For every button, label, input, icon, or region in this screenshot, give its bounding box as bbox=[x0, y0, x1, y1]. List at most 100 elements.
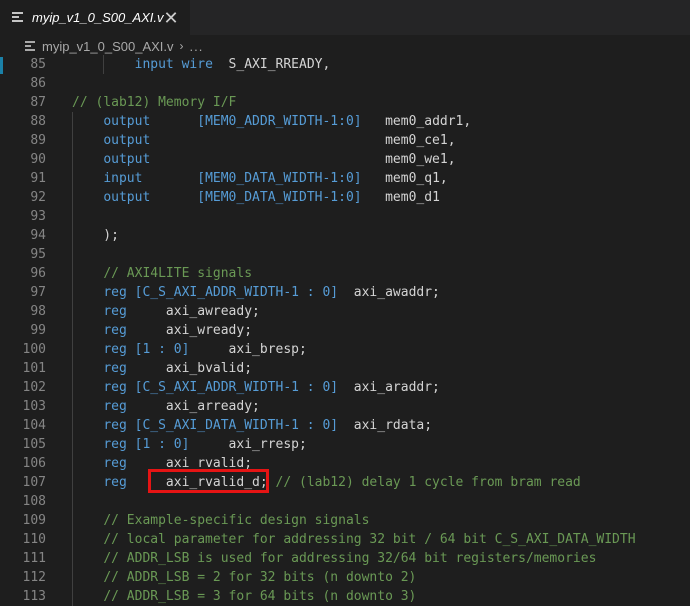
code-token: mem0_d1 bbox=[361, 190, 440, 205]
code-line: 110 // local parameter for addressing 32… bbox=[0, 530, 690, 549]
keyword-token: output bbox=[103, 190, 151, 205]
line-number: 108 bbox=[22, 494, 46, 509]
code-text: output [MEM0_DATA_WIDTH-1:0] mem0_d1 bbox=[72, 188, 440, 207]
line-number: 99 bbox=[30, 323, 46, 338]
keyword-token: reg bbox=[103, 418, 127, 433]
code-token: axi_bresp; bbox=[189, 342, 307, 357]
code-text: reg [1 : 0] axi_rresp; bbox=[72, 435, 307, 454]
comment-token: // local parameter for addressing 32 bit… bbox=[103, 532, 636, 547]
code-text: reg axi_awready; bbox=[72, 302, 260, 321]
code-text: output mem0_we1, bbox=[72, 150, 455, 169]
code-line: 88 output [MEM0_ADDR_WIDTH-1:0] mem0_add… bbox=[0, 112, 690, 131]
code-line: 98 reg axi_awready; bbox=[0, 302, 690, 321]
code-editor[interactable]: 85 input wire S_AXI_RREADY, 86 87 // (lab12… bbox=[0, 55, 690, 606]
line-number: 86 bbox=[30, 76, 46, 91]
code-line: 107 reg axi_rvalid_d; // (lab12) delay 1… bbox=[0, 473, 690, 492]
tab-myip-file[interactable]: myip_v1_0_S00_AXI.v ✕ bbox=[0, 0, 190, 35]
range-token: [MEM0_ADDR_WIDTH-1:0] bbox=[197, 114, 362, 129]
breadcrumb-more[interactable]: ... bbox=[190, 39, 204, 54]
line-number: 106 bbox=[22, 456, 46, 471]
keyword-token: reg bbox=[103, 361, 127, 376]
comment-token: // ADDR_LSB = 3 for 64 bits (n downto 3) bbox=[103, 589, 417, 604]
code-line: 90 output mem0_we1, bbox=[0, 150, 690, 169]
code-line: 99 reg axi_wready; bbox=[0, 321, 690, 340]
range-token: [1 : 0] bbox=[134, 342, 190, 357]
code-line: 113 // ADDR_LSB = 3 for 64 bits (n downt… bbox=[0, 587, 690, 606]
code-line: 112 // ADDR_LSB = 2 for 32 bits (n downt… bbox=[0, 568, 690, 587]
breadcrumb-file[interactable]: myip_v1_0_S00_AXI.v bbox=[42, 39, 174, 54]
line-number: 104 bbox=[22, 418, 46, 433]
range-token: [C_S_AXI_ADDR_WIDTH-1 : 0] bbox=[134, 380, 339, 395]
code-text: output [MEM0_ADDR_WIDTH-1:0] mem0_addr1, bbox=[72, 112, 471, 131]
keyword-token: output bbox=[103, 114, 151, 129]
code-text: input wire S_AXI_RREADY, bbox=[72, 55, 331, 74]
range-token: [1 : 0] bbox=[134, 437, 190, 452]
code-text: // local parameter for addressing 32 bit… bbox=[72, 530, 636, 549]
tab-bar: myip_v1_0_S00_AXI.v ✕ bbox=[0, 0, 690, 35]
code-line: 108 bbox=[0, 492, 690, 511]
code-text: reg [C_S_AXI_ADDR_WIDTH-1 : 0] axi_awadd… bbox=[72, 283, 440, 302]
line-number: 85 bbox=[30, 57, 46, 72]
code-line: 89 output mem0_ce1, bbox=[0, 131, 690, 150]
line-number: 87 bbox=[30, 95, 46, 110]
code-token: mem0_ce1, bbox=[150, 133, 456, 148]
range-token: [C_S_AXI_ADDR_WIDTH-1 : 0] bbox=[134, 285, 339, 300]
range-token: [MEM0_DATA_WIDTH-1:0] bbox=[197, 171, 362, 186]
code-line: 87 // (lab12) Memory I/F bbox=[0, 93, 690, 112]
close-icon[interactable]: ✕ bbox=[164, 9, 179, 27]
keyword-token: reg bbox=[103, 399, 127, 414]
line-number: 93 bbox=[30, 209, 46, 224]
code-line: 105 reg [1 : 0] axi_rresp; bbox=[0, 435, 690, 454]
code-line: 86 bbox=[0, 74, 690, 93]
code-token: axi_rresp; bbox=[189, 437, 307, 452]
line-number: 107 bbox=[22, 475, 46, 490]
code-text: input [MEM0_DATA_WIDTH-1:0] mem0_q1, bbox=[72, 169, 447, 188]
keyword-token: reg bbox=[103, 285, 127, 300]
line-number: 95 bbox=[30, 247, 46, 262]
line-number: 110 bbox=[22, 532, 46, 547]
code-line: 111 // ADDR_LSB is used for addressing 3… bbox=[0, 549, 690, 568]
code-text: // ADDR_LSB = 3 for 64 bits (n downto 3) bbox=[72, 587, 416, 606]
keyword-token: reg bbox=[103, 475, 127, 490]
comment-token: // (lab12) delay 1 cycle from bram read bbox=[275, 475, 581, 490]
code-line: 106 reg axi_rvalid; bbox=[0, 454, 690, 473]
code-line: 97 reg [C_S_AXI_ADDR_WIDTH-1 : 0] axi_aw… bbox=[0, 283, 690, 302]
line-number: 92 bbox=[30, 190, 46, 205]
code-text: ); bbox=[72, 226, 119, 245]
code-token: axi_awready; bbox=[126, 304, 260, 319]
range-token: [C_S_AXI_DATA_WIDTH-1 : 0] bbox=[134, 418, 339, 433]
highlight-box bbox=[148, 469, 269, 493]
line-number: 113 bbox=[22, 589, 46, 604]
code-line: 103 reg axi_arready; bbox=[0, 397, 690, 416]
code-text: reg axi_arready; bbox=[72, 397, 260, 416]
line-number: 97 bbox=[30, 285, 46, 300]
line-number: 91 bbox=[30, 171, 46, 186]
code-token: axi_wready; bbox=[126, 323, 253, 338]
line-number: 98 bbox=[30, 304, 46, 319]
code-text: reg [C_S_AXI_ADDR_WIDTH-1 : 0] axi_aradd… bbox=[72, 378, 440, 397]
code-text: // ADDR_LSB is used for addressing 32/64… bbox=[72, 549, 596, 568]
